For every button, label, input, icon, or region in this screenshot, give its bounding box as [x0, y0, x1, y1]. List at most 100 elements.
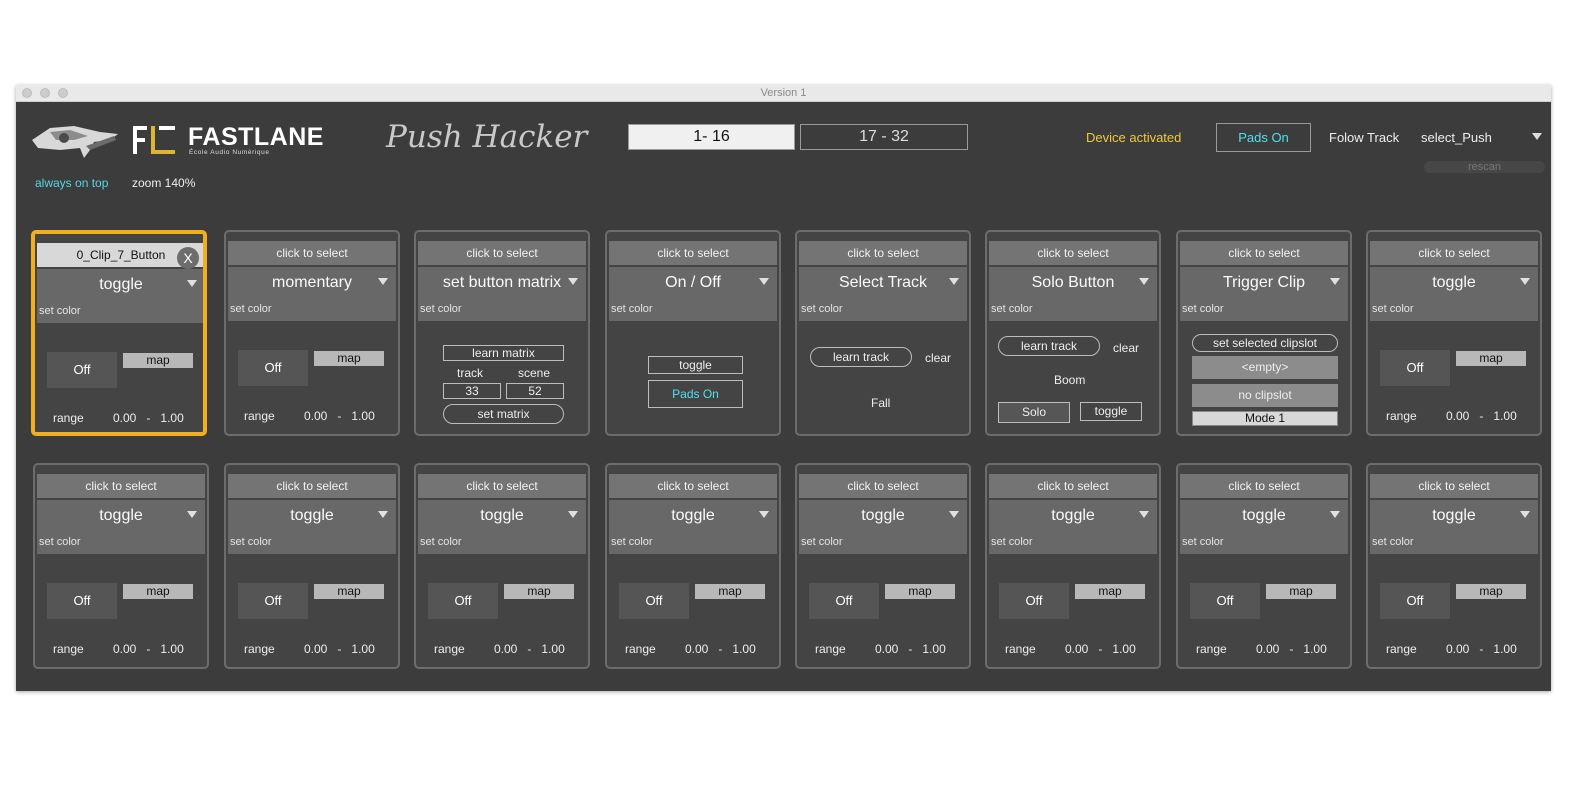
slot-header[interactable]: click to select [418, 241, 586, 265]
range-min[interactable]: 0.00 [1446, 409, 1469, 423]
clipslot-display[interactable]: <empty> [1192, 356, 1338, 379]
range-min[interactable]: 0.00 [1065, 642, 1088, 656]
slot-9[interactable]: click to select toggle set color Off map… [33, 463, 209, 669]
map-button[interactable]: map [123, 353, 193, 368]
set-color-button[interactable]: set color [1180, 297, 1348, 321]
set-color-button[interactable]: set color [989, 297, 1157, 321]
value-display[interactable]: Off [1380, 350, 1450, 386]
page-tab-17-32[interactable]: 17 - 32 [800, 124, 968, 150]
mode-select[interactable]: toggle [1370, 500, 1538, 530]
range-min[interactable]: 0.00 [113, 642, 136, 656]
pads-on-button[interactable]: Pads On [1216, 123, 1311, 152]
set-color-button[interactable]: set color [37, 530, 205, 554]
set-color-button[interactable]: set color [228, 297, 396, 321]
pads-on-button[interactable]: Pads On [648, 380, 743, 408]
range-min[interactable]: 0.00 [113, 411, 136, 425]
clear-button[interactable]: clear [925, 351, 951, 365]
slot-header[interactable]: click to select [418, 474, 586, 498]
set-color-button[interactable]: set color [1370, 530, 1538, 554]
set-color-button[interactable]: set color [799, 530, 967, 554]
map-button[interactable]: map [1075, 584, 1145, 599]
set-color-button[interactable]: set color [1370, 297, 1538, 321]
slot-3[interactable]: click to select set button matrix set co… [414, 230, 590, 436]
solo-button[interactable]: Solo [998, 402, 1070, 423]
value-display[interactable]: Off [238, 350, 308, 386]
slot-header[interactable]: click to select [799, 474, 967, 498]
slot-header[interactable]: click to select [1370, 241, 1538, 265]
slot-header[interactable]: click to select [228, 241, 396, 265]
slot-6[interactable]: click to select Solo Button set color le… [985, 230, 1161, 436]
range-max[interactable]: 1.00 [1493, 409, 1516, 423]
slot-16[interactable]: click to select toggle set color Off map… [1366, 463, 1542, 669]
slot-8[interactable]: click to select toggle set color Off map… [1366, 230, 1542, 436]
mode-select[interactable]: set button matrix [418, 267, 586, 297]
set-color-button[interactable]: set color [609, 297, 777, 321]
range-min[interactable]: 0.00 [1446, 642, 1469, 656]
slot-10[interactable]: click to select toggle set color Off map… [224, 463, 400, 669]
track-number-box[interactable]: 33 [443, 383, 501, 399]
range-max[interactable]: 1.00 [351, 642, 374, 656]
no-clipslot-display[interactable]: no clipslot [1192, 384, 1338, 407]
map-button[interactable]: map [504, 584, 574, 599]
slot-15[interactable]: click to select toggle set color Off map… [1176, 463, 1352, 669]
range-max[interactable]: 1.00 [351, 409, 374, 423]
value-display[interactable]: Off [999, 583, 1069, 619]
slot-11[interactable]: click to select toggle set color Off map… [414, 463, 590, 669]
map-button[interactable]: map [1456, 351, 1526, 366]
mode-select[interactable]: toggle [1370, 267, 1538, 297]
range-max[interactable]: 1.00 [541, 642, 564, 656]
set-color-button[interactable]: set color [37, 299, 203, 323]
range-min[interactable]: 0.00 [304, 642, 327, 656]
set-color-button[interactable]: set color [1180, 530, 1348, 554]
set-selected-clipslot-button[interactable]: set selected clipslot [1192, 334, 1338, 352]
mode-select[interactable]: Select Track [799, 267, 967, 297]
range-max[interactable]: 1.00 [1303, 642, 1326, 656]
slot-header[interactable]: click to select [1370, 474, 1538, 498]
value-display[interactable]: Off [47, 583, 117, 619]
mode-select[interactable]: toggle [799, 500, 967, 530]
range-min[interactable]: 0.00 [685, 642, 708, 656]
set-color-button[interactable]: set color [609, 530, 777, 554]
mode-menu[interactable]: Mode 1 [1192, 411, 1338, 426]
value-display[interactable]: Off [428, 583, 498, 619]
always-on-top-toggle[interactable]: always on top [35, 176, 108, 190]
slot-4[interactable]: click to select On / Off set color toggl… [605, 230, 781, 436]
set-matrix-button[interactable]: set matrix [443, 404, 564, 424]
zoom-level[interactable]: zoom 140% [132, 176, 195, 190]
close-icon[interactable]: X [177, 247, 199, 269]
slot-14[interactable]: click to select toggle set color Off map… [985, 463, 1161, 669]
mode-select[interactable]: Trigger Clip [1180, 267, 1348, 297]
mode-select[interactable]: toggle [1180, 500, 1348, 530]
rescan-button[interactable]: rescan [1424, 161, 1545, 173]
slot-1[interactable]: 0_Clip_7_Button X toggle set color Off m… [31, 230, 207, 436]
range-min[interactable]: 0.00 [1256, 642, 1279, 656]
mode-select[interactable]: toggle [989, 500, 1157, 530]
mode-select[interactable]: toggle [228, 500, 396, 530]
learn-track-button[interactable]: learn track [998, 336, 1100, 356]
value-display[interactable]: Off [619, 583, 689, 619]
range-min[interactable]: 0.00 [494, 642, 517, 656]
set-color-button[interactable]: set color [989, 530, 1157, 554]
mode-select[interactable]: toggle [418, 500, 586, 530]
set-color-button[interactable]: set color [799, 297, 967, 321]
clear-button[interactable]: clear [1113, 341, 1139, 355]
map-button[interactable]: map [885, 584, 955, 599]
range-max[interactable]: 1.00 [160, 411, 183, 425]
learn-matrix-button[interactable]: learn matrix [443, 345, 564, 361]
range-max[interactable]: 1.00 [1493, 642, 1516, 656]
set-color-button[interactable]: set color [418, 530, 586, 554]
mode-select[interactable]: toggle [37, 269, 203, 299]
range-min[interactable]: 0.00 [875, 642, 898, 656]
slot-13[interactable]: click to select toggle set color Off map… [795, 463, 971, 669]
toggle-button[interactable]: toggle [1080, 402, 1142, 421]
set-color-button[interactable]: set color [228, 530, 396, 554]
slot-12[interactable]: click to select toggle set color Off map… [605, 463, 781, 669]
mode-select[interactable]: momentary [228, 267, 396, 297]
map-button[interactable]: map [314, 351, 384, 366]
slot-2[interactable]: click to select momentary set color Off … [224, 230, 400, 436]
value-display[interactable]: Off [47, 352, 117, 388]
range-max[interactable]: 1.00 [1112, 642, 1135, 656]
page-tab-1-16[interactable]: 1- 16 [628, 124, 795, 150]
slot-header[interactable]: click to select [228, 474, 396, 498]
map-button[interactable]: map [123, 584, 193, 599]
